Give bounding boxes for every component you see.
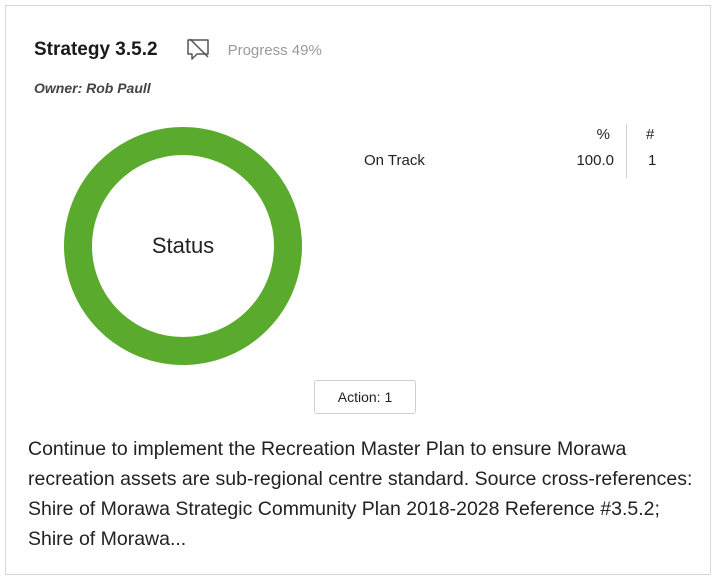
comment-off-icon[interactable] <box>184 36 212 64</box>
progress-text: Progress 49% <box>227 41 322 59</box>
donut-center-label: Status <box>151 233 215 258</box>
header-percent: % <box>596 126 610 143</box>
card-header: Strategy 3.5.2 Progress 49% <box>34 36 322 64</box>
action-count-button[interactable]: Action: 1 <box>314 380 416 414</box>
row-count: 1 <box>648 152 657 169</box>
row-status-label: On Track <box>364 152 425 169</box>
owner-label: Owner: Rob Paull <box>34 80 151 96</box>
strategy-description: Continue to implement the Recreation Mas… <box>28 438 693 550</box>
strategy-title: Strategy 3.5.2 <box>34 39 158 60</box>
strategy-card: Strategy 3.5.2 Progress 49% Owner: Rob P… <box>5 5 711 575</box>
header-count: # <box>646 126 655 143</box>
column-divider <box>626 124 627 178</box>
row-percent: 100.0 <box>576 152 614 169</box>
status-donut-chart: Status <box>61 124 305 368</box>
